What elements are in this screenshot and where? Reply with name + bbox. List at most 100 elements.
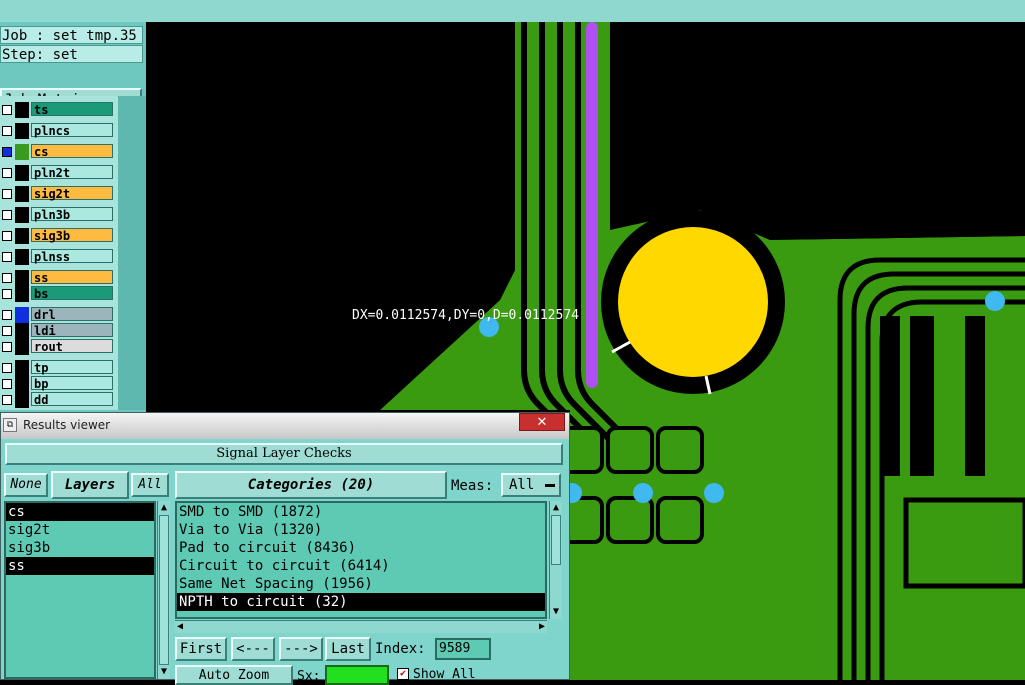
layer-row-sig2t[interactable]: sig2t bbox=[0, 186, 116, 202]
meas-value: All bbox=[509, 477, 535, 493]
layer-checkbox[interactable] bbox=[2, 210, 12, 220]
categories-scrollbar[interactable]: ▲ ▼ bbox=[549, 501, 562, 619]
scroll-up-icon[interactable]: ▲ bbox=[159, 503, 169, 513]
layer-list-item[interactable]: cs bbox=[6, 503, 154, 521]
last-button[interactable]: Last bbox=[325, 637, 371, 661]
category-list-item[interactable]: Circuit to circuit (6414) bbox=[177, 557, 545, 575]
layer-row-plncs[interactable]: plncs bbox=[0, 123, 116, 139]
scroll-up-icon[interactable]: ▲ bbox=[551, 503, 561, 513]
layers-button[interactable]: Layers bbox=[51, 471, 129, 499]
layer-checkbox[interactable] bbox=[2, 147, 12, 157]
highlighted-pad bbox=[618, 227, 768, 377]
layer-name: dd bbox=[31, 392, 113, 407]
layer-list-item[interactable]: ss bbox=[6, 557, 154, 575]
layer-list-scrollbar[interactable] bbox=[118, 96, 146, 410]
index-input[interactable]: 9589 bbox=[435, 638, 491, 660]
results-viewer-window: ⧉ Results viewer ✕ Signal Layer Checks N… bbox=[0, 412, 570, 685]
next-button[interactable]: ---> bbox=[279, 637, 323, 661]
all-layers-button[interactable]: All bbox=[131, 473, 169, 497]
layer-row-drl[interactable]: drl bbox=[0, 307, 116, 323]
meas-dropdown[interactable]: All bbox=[501, 473, 561, 497]
layer-checkbox[interactable] bbox=[2, 231, 12, 241]
scroll-down-icon[interactable]: ▼ bbox=[159, 667, 169, 677]
layer-row-dd[interactable]: dd bbox=[0, 392, 116, 408]
layer-color-swatch bbox=[15, 228, 29, 244]
layer-color-swatch bbox=[15, 249, 29, 265]
category-list-item[interactable]: Pad to circuit (8436) bbox=[177, 539, 545, 557]
layers-listbox[interactable]: cs sig2t sig3b ss bbox=[4, 501, 156, 679]
top-toolbar bbox=[0, 0, 1025, 24]
category-list-item[interactable]: NPTH to circuit (32) bbox=[177, 593, 545, 611]
category-list-item[interactable]: Via to Via (1320) bbox=[177, 521, 545, 539]
layer-row-rout[interactable]: rout bbox=[0, 339, 116, 355]
categories-listbox[interactable]: SMD to SMD (1872) Via to Via (1320) Pad to… bbox=[175, 501, 547, 619]
layer-row-tp[interactable]: tp bbox=[0, 360, 116, 376]
layer-checkbox[interactable] bbox=[2, 273, 12, 283]
layer-name: bs bbox=[31, 286, 113, 301]
layer-checkbox[interactable] bbox=[2, 126, 12, 136]
layer-name: pln3b bbox=[31, 207, 113, 222]
layer-row-ldi[interactable]: ldi bbox=[0, 323, 116, 339]
scroll-thumb[interactable] bbox=[551, 515, 561, 565]
layer-color-swatch bbox=[15, 123, 29, 139]
categories-button[interactable]: Categories (20) bbox=[175, 471, 447, 499]
layer-color-swatch bbox=[15, 102, 29, 118]
layer-checkbox[interactable] bbox=[2, 310, 12, 320]
layer-color-swatch bbox=[15, 270, 29, 286]
none-button[interactable]: None bbox=[4, 473, 48, 497]
results-header: Signal Layer Checks bbox=[5, 443, 563, 465]
job-label: Job : set_tmp.35 bbox=[0, 26, 143, 44]
layer-checkbox[interactable] bbox=[2, 252, 12, 262]
drill-hole bbox=[633, 483, 653, 503]
layer-color-swatch bbox=[15, 165, 29, 181]
layer-name: sig3b bbox=[31, 228, 113, 243]
layer-checkbox[interactable] bbox=[2, 379, 12, 389]
layer-checkbox[interactable] bbox=[2, 189, 12, 199]
layer-color-swatch bbox=[15, 286, 29, 302]
first-button[interactable]: First bbox=[175, 637, 227, 661]
scroll-down-icon[interactable]: ▼ bbox=[551, 607, 561, 617]
layer-checkbox[interactable] bbox=[2, 395, 12, 405]
window-menu-icon[interactable]: ⧉ bbox=[3, 418, 17, 432]
show-all-checkbox[interactable]: ✔ bbox=[397, 668, 409, 680]
layer-row-bs[interactable]: bs bbox=[0, 286, 116, 302]
scroll-left-icon[interactable]: ◀ bbox=[177, 621, 183, 632]
layer-row-ss[interactable]: ss bbox=[0, 270, 116, 286]
slot bbox=[965, 316, 985, 476]
layer-row-cs[interactable]: cs bbox=[0, 144, 116, 160]
layer-row-plnss[interactable]: plnss bbox=[0, 249, 116, 265]
scroll-thumb[interactable] bbox=[159, 515, 169, 665]
layer-checkbox[interactable] bbox=[2, 342, 12, 352]
close-button[interactable]: ✕ bbox=[519, 413, 565, 431]
copper-edge bbox=[770, 238, 1025, 250]
layer-checkbox[interactable] bbox=[2, 326, 12, 336]
sx-color-field[interactable] bbox=[325, 665, 389, 685]
layer-checkbox[interactable] bbox=[2, 363, 12, 373]
layer-color-swatch bbox=[15, 392, 29, 408]
layers-scrollbar[interactable]: ▲ ▼ bbox=[157, 501, 170, 679]
results-viewer-title: Results viewer bbox=[23, 418, 111, 432]
layer-row-sig3b[interactable]: sig3b bbox=[0, 228, 116, 244]
layer-name: pln2t bbox=[31, 165, 113, 180]
layer-checkbox[interactable] bbox=[2, 168, 12, 178]
drill-hole bbox=[985, 291, 1005, 311]
layer-list-item[interactable]: sig3b bbox=[6, 539, 154, 557]
layer-list-item[interactable]: sig2t bbox=[6, 521, 154, 539]
results-viewer-titlebar[interactable]: ⧉ Results viewer bbox=[1, 413, 569, 439]
category-list-item[interactable]: Same Net Spacing (1956) bbox=[177, 575, 545, 593]
meas-label: Meas: bbox=[451, 478, 494, 494]
layer-row-ts[interactable]: ts bbox=[0, 102, 116, 118]
category-list-item[interactable]: SMD to SMD (1872) bbox=[177, 503, 545, 521]
scroll-right-icon[interactable]: ▶ bbox=[539, 621, 545, 632]
layer-row-pln3b[interactable]: pln3b bbox=[0, 207, 116, 223]
prev-button[interactable]: <--- bbox=[231, 637, 275, 661]
layer-color-swatch bbox=[15, 339, 29, 355]
layer-checkbox[interactable] bbox=[2, 289, 12, 299]
auto-zoom-dropdown[interactable]: Auto Zoom bbox=[175, 665, 293, 685]
smd-pad bbox=[606, 426, 654, 474]
index-label: Index: bbox=[375, 641, 426, 657]
layer-row-pln2t[interactable]: pln2t bbox=[0, 165, 116, 181]
layer-checkbox[interactable] bbox=[2, 105, 12, 115]
layer-row-bp[interactable]: bp bbox=[0, 376, 116, 392]
categories-hscrollbar[interactable]: ◀ ▶ bbox=[175, 620, 547, 633]
